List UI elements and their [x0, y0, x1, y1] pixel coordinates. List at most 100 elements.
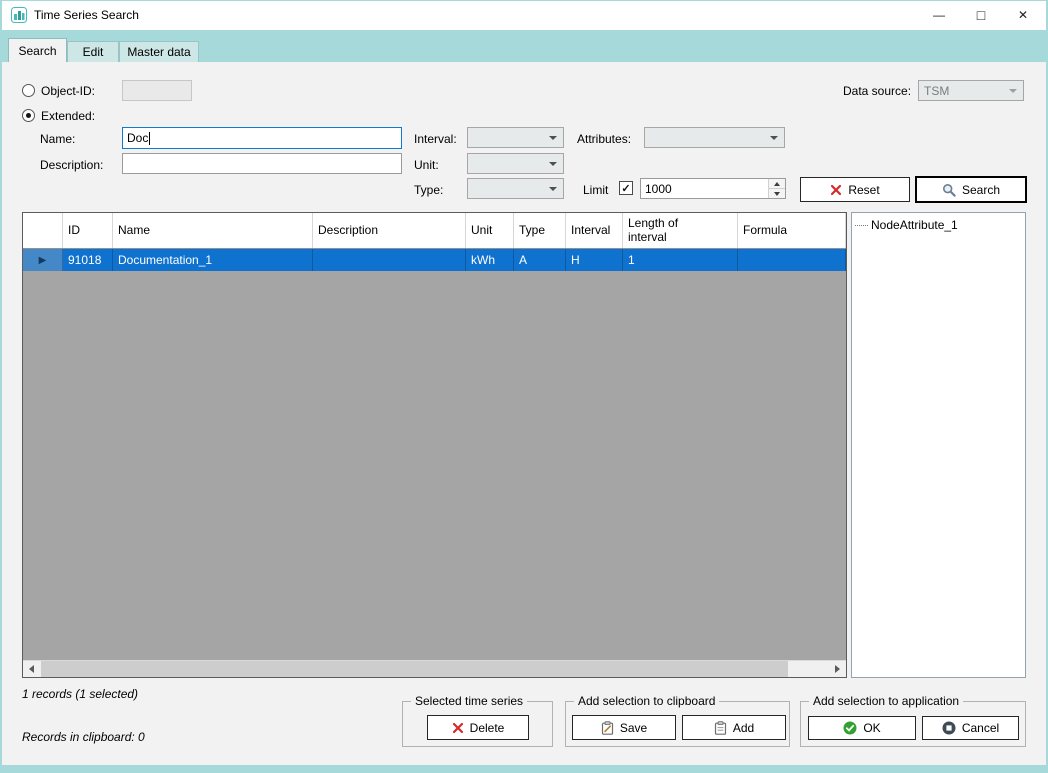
add-button-label: Add [733, 721, 754, 735]
group-selected-time-series: Selected time series Delete [402, 701, 553, 747]
window-border-bottom [0, 765, 1048, 773]
scroll-left-button[interactable] [23, 661, 40, 677]
app-chart-icon [11, 7, 27, 23]
column-header-id[interactable]: ID [63, 213, 113, 248]
column-header-unit-label: Unit [471, 224, 492, 238]
cancel-button-label: Cancel [962, 721, 999, 735]
column-header-description[interactable]: Description [313, 213, 466, 248]
column-header-name-label: Name [118, 224, 150, 238]
object-id-radio[interactable] [22, 84, 35, 97]
window-border-left [0, 0, 2, 773]
delete-button[interactable]: Delete [427, 715, 529, 740]
attributes-select[interactable] [644, 127, 785, 148]
triangle-down-icon [774, 192, 780, 196]
column-header-name[interactable]: Name [113, 213, 313, 248]
tab-edit-label: Edit [83, 45, 104, 59]
chevron-down-icon [1009, 89, 1017, 93]
table-row[interactable]: ▶ 91018 Documentation_1 kWh A H 1 [23, 249, 846, 271]
add-button[interactable]: Add [682, 715, 786, 740]
column-header-length-of-interval[interactable]: Length of interval [623, 213, 738, 248]
ok-button[interactable]: OK [808, 716, 916, 740]
limit-spinner[interactable]: 1000 [640, 178, 786, 199]
cell-formula [738, 249, 846, 271]
delete-button-label: Delete [470, 721, 505, 735]
cell-length-of-interval: 1 [623, 249, 738, 271]
clipboard-icon [714, 721, 727, 735]
maximize-button[interactable]: □ [960, 0, 1002, 30]
scrollbar-thumb[interactable] [41, 661, 788, 677]
extended-label: Extended: [41, 109, 95, 123]
column-header-length-of-interval-label: Length of interval [628, 217, 692, 245]
column-header-interval[interactable]: Interval [566, 213, 623, 248]
green-check-icon [843, 721, 857, 735]
search-button[interactable]: Search [915, 176, 1027, 203]
column-header-description-label: Description [318, 224, 378, 238]
column-header-id-label: ID [68, 224, 80, 238]
data-source-value: TSM [924, 84, 949, 98]
search-button-label: Search [962, 183, 1000, 197]
column-header-interval-label: Interval [571, 224, 610, 238]
minimize-button[interactable]: — [918, 0, 960, 30]
group-add-to-application: Add selection to application OK Cancel [800, 701, 1026, 747]
spin-down-button[interactable] [769, 188, 785, 198]
unit-select[interactable] [467, 153, 564, 174]
text-caret [149, 132, 150, 145]
cell-unit: kWh [466, 249, 514, 271]
save-button[interactable]: Save [572, 715, 676, 740]
triangle-up-icon [774, 182, 780, 186]
spinner-buttons [768, 179, 785, 198]
column-header-formula[interactable]: Formula [738, 213, 846, 248]
cell-name: Documentation_1 [113, 249, 313, 271]
type-label: Type: [414, 183, 443, 197]
column-header-type[interactable]: Type [514, 213, 566, 248]
column-header-selector [23, 213, 63, 248]
description-input[interactable] [122, 153, 402, 174]
tab-master-data-label: Master data [127, 45, 190, 59]
chevron-down-icon [770, 136, 778, 140]
red-x-icon [830, 184, 842, 196]
data-source-select[interactable]: TSM [918, 80, 1024, 101]
spin-up-button[interactable] [769, 179, 785, 188]
chevron-down-icon [549, 187, 557, 191]
tab-edit[interactable]: Edit [67, 41, 119, 62]
column-header-type-label: Type [519, 224, 545, 238]
clipboard-pencil-icon [601, 721, 614, 735]
ok-button-label: OK [863, 721, 880, 735]
triangle-right-icon [835, 665, 840, 673]
name-input[interactable]: Doc [122, 127, 402, 149]
cell-interval: H [566, 249, 623, 271]
type-select[interactable] [467, 178, 564, 199]
tab-master-data[interactable]: Master data [119, 41, 199, 62]
group-selected-title: Selected time series [411, 694, 527, 708]
title-bar: Time Series Search — □ ✕ [0, 0, 1048, 30]
close-button[interactable]: ✕ [1002, 0, 1044, 30]
limit-checkbox[interactable]: ✓ [619, 181, 633, 195]
group-add-to-clipboard: Add selection to clipboard Save Add [565, 701, 790, 747]
search-icon [942, 183, 956, 197]
window-controls: — □ ✕ [918, 0, 1044, 30]
column-header-unit[interactable]: Unit [466, 213, 514, 248]
records-status: 1 records (1 selected) [22, 687, 138, 701]
interval-select[interactable] [467, 127, 564, 148]
tree-item-node-attribute[interactable]: NodeAttribute_1 [852, 213, 1025, 232]
triangle-left-icon [29, 665, 34, 673]
results-grid: ID Name Description Unit Type Interval L… [22, 212, 847, 678]
window-border-top [0, 0, 1048, 1]
tab-search[interactable]: Search [8, 38, 67, 62]
unit-label: Unit: [414, 158, 439, 172]
group-clipboard-title: Add selection to clipboard [574, 694, 719, 708]
reset-button[interactable]: Reset [800, 177, 910, 202]
object-id-input[interactable] [122, 80, 192, 101]
horizontal-scrollbar[interactable] [23, 660, 846, 677]
scroll-right-button[interactable] [829, 661, 846, 677]
row-selector-cell[interactable]: ▶ [23, 249, 63, 271]
limit-label: Limit [583, 183, 608, 197]
reset-button-label: Reset [848, 183, 879, 197]
scrollbar-track[interactable] [40, 661, 829, 677]
group-application-title: Add selection to application [809, 694, 963, 708]
extended-radio[interactable] [22, 109, 35, 122]
minimize-icon: — [933, 8, 945, 22]
tab-strip: Search Edit Master data [0, 30, 1048, 62]
cancel-button[interactable]: Cancel [922, 716, 1019, 740]
object-id-label: Object-ID: [41, 84, 95, 98]
